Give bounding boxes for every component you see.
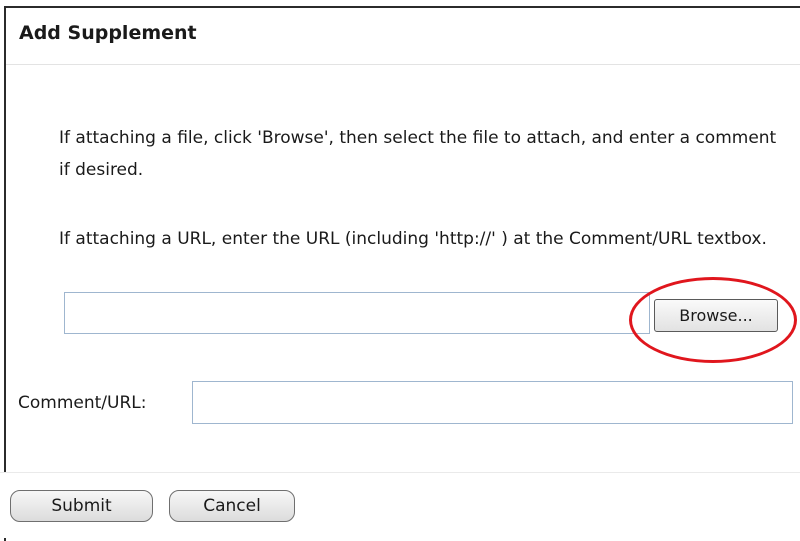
file-path-field[interactable] (64, 292, 650, 334)
url-instructions: If attaching a URL, enter the URL (inclu… (59, 229, 767, 249)
comment-url-label: Comment/URL: (18, 393, 147, 413)
dialog-header: Add Supplement (6, 8, 800, 65)
comment-url-input[interactable] (192, 381, 793, 424)
add-supplement-dialog: Add Supplement (4, 6, 800, 541)
submit-button[interactable]: Submit (10, 490, 153, 522)
dialog-title: Add Supplement (19, 22, 197, 44)
browse-button[interactable]: Browse... (654, 299, 778, 332)
cancel-button[interactable]: Cancel (169, 490, 295, 522)
file-instructions: If attaching a file, click 'Browse', the… (59, 128, 777, 180)
